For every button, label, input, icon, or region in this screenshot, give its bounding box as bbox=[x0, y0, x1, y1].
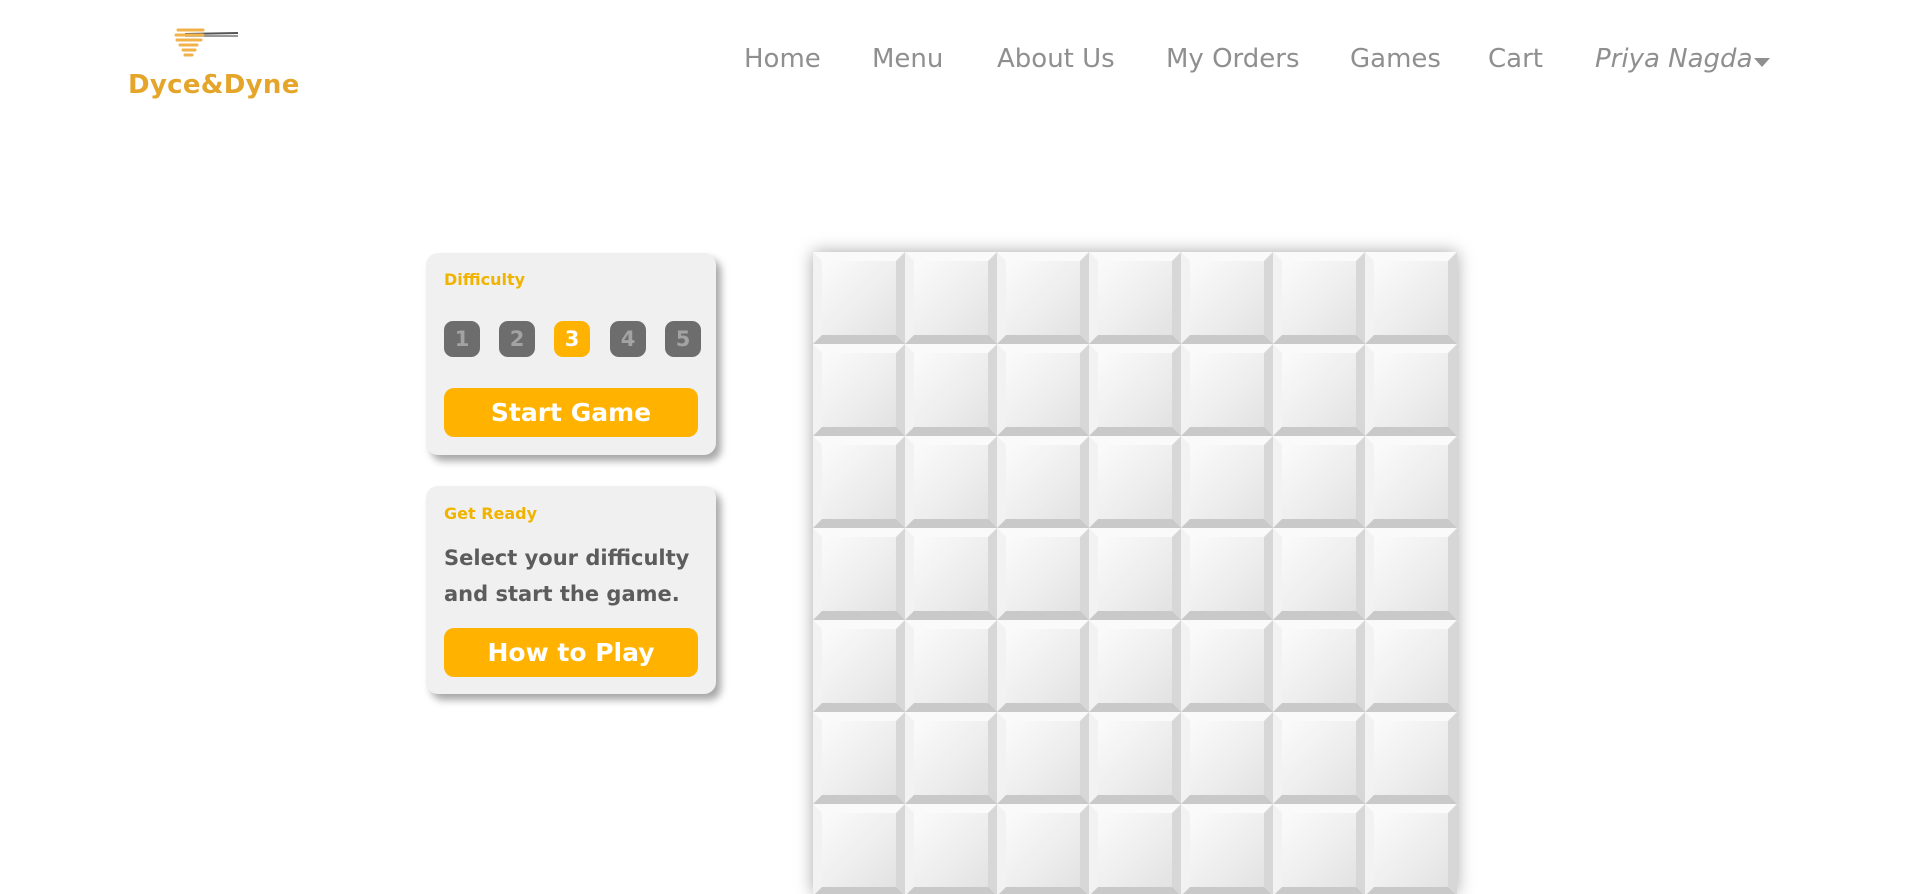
start-game-button[interactable]: Start Game bbox=[444, 388, 698, 437]
board-tile[interactable] bbox=[1273, 252, 1365, 344]
board-tile[interactable] bbox=[1181, 344, 1273, 436]
status-message: Select your difficulty and start the gam… bbox=[444, 546, 690, 606]
status-panel: Get Ready Select your difficulty and sta… bbox=[426, 486, 716, 694]
board-tile[interactable] bbox=[1273, 620, 1365, 712]
board-tile[interactable] bbox=[1089, 620, 1181, 712]
difficulty-level-2[interactable]: 2 bbox=[499, 321, 535, 357]
board-tile[interactable] bbox=[1365, 528, 1457, 620]
board-tile[interactable] bbox=[1365, 804, 1457, 894]
board-tile[interactable] bbox=[1181, 804, 1273, 894]
board-tile[interactable] bbox=[905, 344, 997, 436]
board-tile[interactable] bbox=[997, 344, 1089, 436]
board-tile[interactable] bbox=[1089, 804, 1181, 894]
board-tile[interactable] bbox=[813, 620, 905, 712]
difficulty-panel: Difficulty 1 2 3 4 5 Start Game bbox=[426, 253, 716, 455]
board-tile[interactable] bbox=[905, 804, 997, 894]
nav-games[interactable]: Games bbox=[1350, 44, 1441, 74]
game-board bbox=[813, 252, 1457, 894]
board-tile[interactable] bbox=[997, 620, 1089, 712]
nav-about-us[interactable]: About Us bbox=[997, 44, 1115, 74]
board-tile[interactable] bbox=[813, 804, 905, 894]
nav-menu[interactable]: Menu bbox=[872, 44, 943, 74]
board-tile[interactable] bbox=[905, 436, 997, 528]
how-to-play-button[interactable]: How to Play bbox=[444, 628, 698, 677]
board-tile[interactable] bbox=[813, 712, 905, 804]
user-menu[interactable]: Priya Nagda bbox=[1595, 44, 1753, 74]
board-tile[interactable] bbox=[1089, 436, 1181, 528]
board-tile[interactable] bbox=[813, 528, 905, 620]
status-heading: Get Ready bbox=[444, 504, 538, 523]
board-tile[interactable] bbox=[997, 528, 1089, 620]
board-tile[interactable] bbox=[1181, 712, 1273, 804]
board-tile[interactable] bbox=[905, 528, 997, 620]
board-tile[interactable] bbox=[813, 344, 905, 436]
nav-home[interactable]: Home bbox=[744, 44, 821, 74]
main-nav: Home Menu About Us My Orders Games Cart … bbox=[0, 44, 1920, 80]
board-tile[interactable] bbox=[905, 620, 997, 712]
tile-grid bbox=[813, 252, 1457, 894]
board-tile[interactable] bbox=[997, 804, 1089, 894]
difficulty-heading: Difficulty bbox=[444, 270, 526, 289]
board-tile[interactable] bbox=[1365, 252, 1457, 344]
board-tile[interactable] bbox=[1181, 620, 1273, 712]
board-tile[interactable] bbox=[1089, 528, 1181, 620]
board-tile[interactable] bbox=[905, 252, 997, 344]
board-tile[interactable] bbox=[997, 436, 1089, 528]
difficulty-level-5[interactable]: 5 bbox=[665, 321, 701, 357]
board-tile[interactable] bbox=[1089, 344, 1181, 436]
chevron-down-icon[interactable] bbox=[1754, 58, 1770, 67]
board-tile[interactable] bbox=[1089, 712, 1181, 804]
board-tile[interactable] bbox=[1273, 528, 1365, 620]
board-tile[interactable] bbox=[1365, 344, 1457, 436]
difficulty-level-1[interactable]: 1 bbox=[444, 321, 480, 357]
board-tile[interactable] bbox=[1365, 436, 1457, 528]
board-tile[interactable] bbox=[905, 712, 997, 804]
difficulty-level-3[interactable]: 3 bbox=[554, 321, 590, 357]
board-tile[interactable] bbox=[1365, 712, 1457, 804]
board-tile[interactable] bbox=[997, 252, 1089, 344]
board-tile[interactable] bbox=[813, 252, 905, 344]
board-tile[interactable] bbox=[1089, 252, 1181, 344]
board-tile[interactable] bbox=[1273, 712, 1365, 804]
board-tile[interactable] bbox=[813, 436, 905, 528]
board-tile[interactable] bbox=[1273, 344, 1365, 436]
board-tile[interactable] bbox=[1181, 436, 1273, 528]
board-tile[interactable] bbox=[1181, 528, 1273, 620]
board-tile[interactable] bbox=[1273, 804, 1365, 894]
board-tile[interactable] bbox=[1181, 252, 1273, 344]
board-tile[interactable] bbox=[1365, 620, 1457, 712]
nav-cart[interactable]: Cart bbox=[1488, 44, 1543, 74]
board-tile[interactable] bbox=[1273, 436, 1365, 528]
nav-my-orders[interactable]: My Orders bbox=[1166, 44, 1300, 74]
difficulty-level-4[interactable]: 4 bbox=[610, 321, 646, 357]
board-tile[interactable] bbox=[997, 712, 1089, 804]
